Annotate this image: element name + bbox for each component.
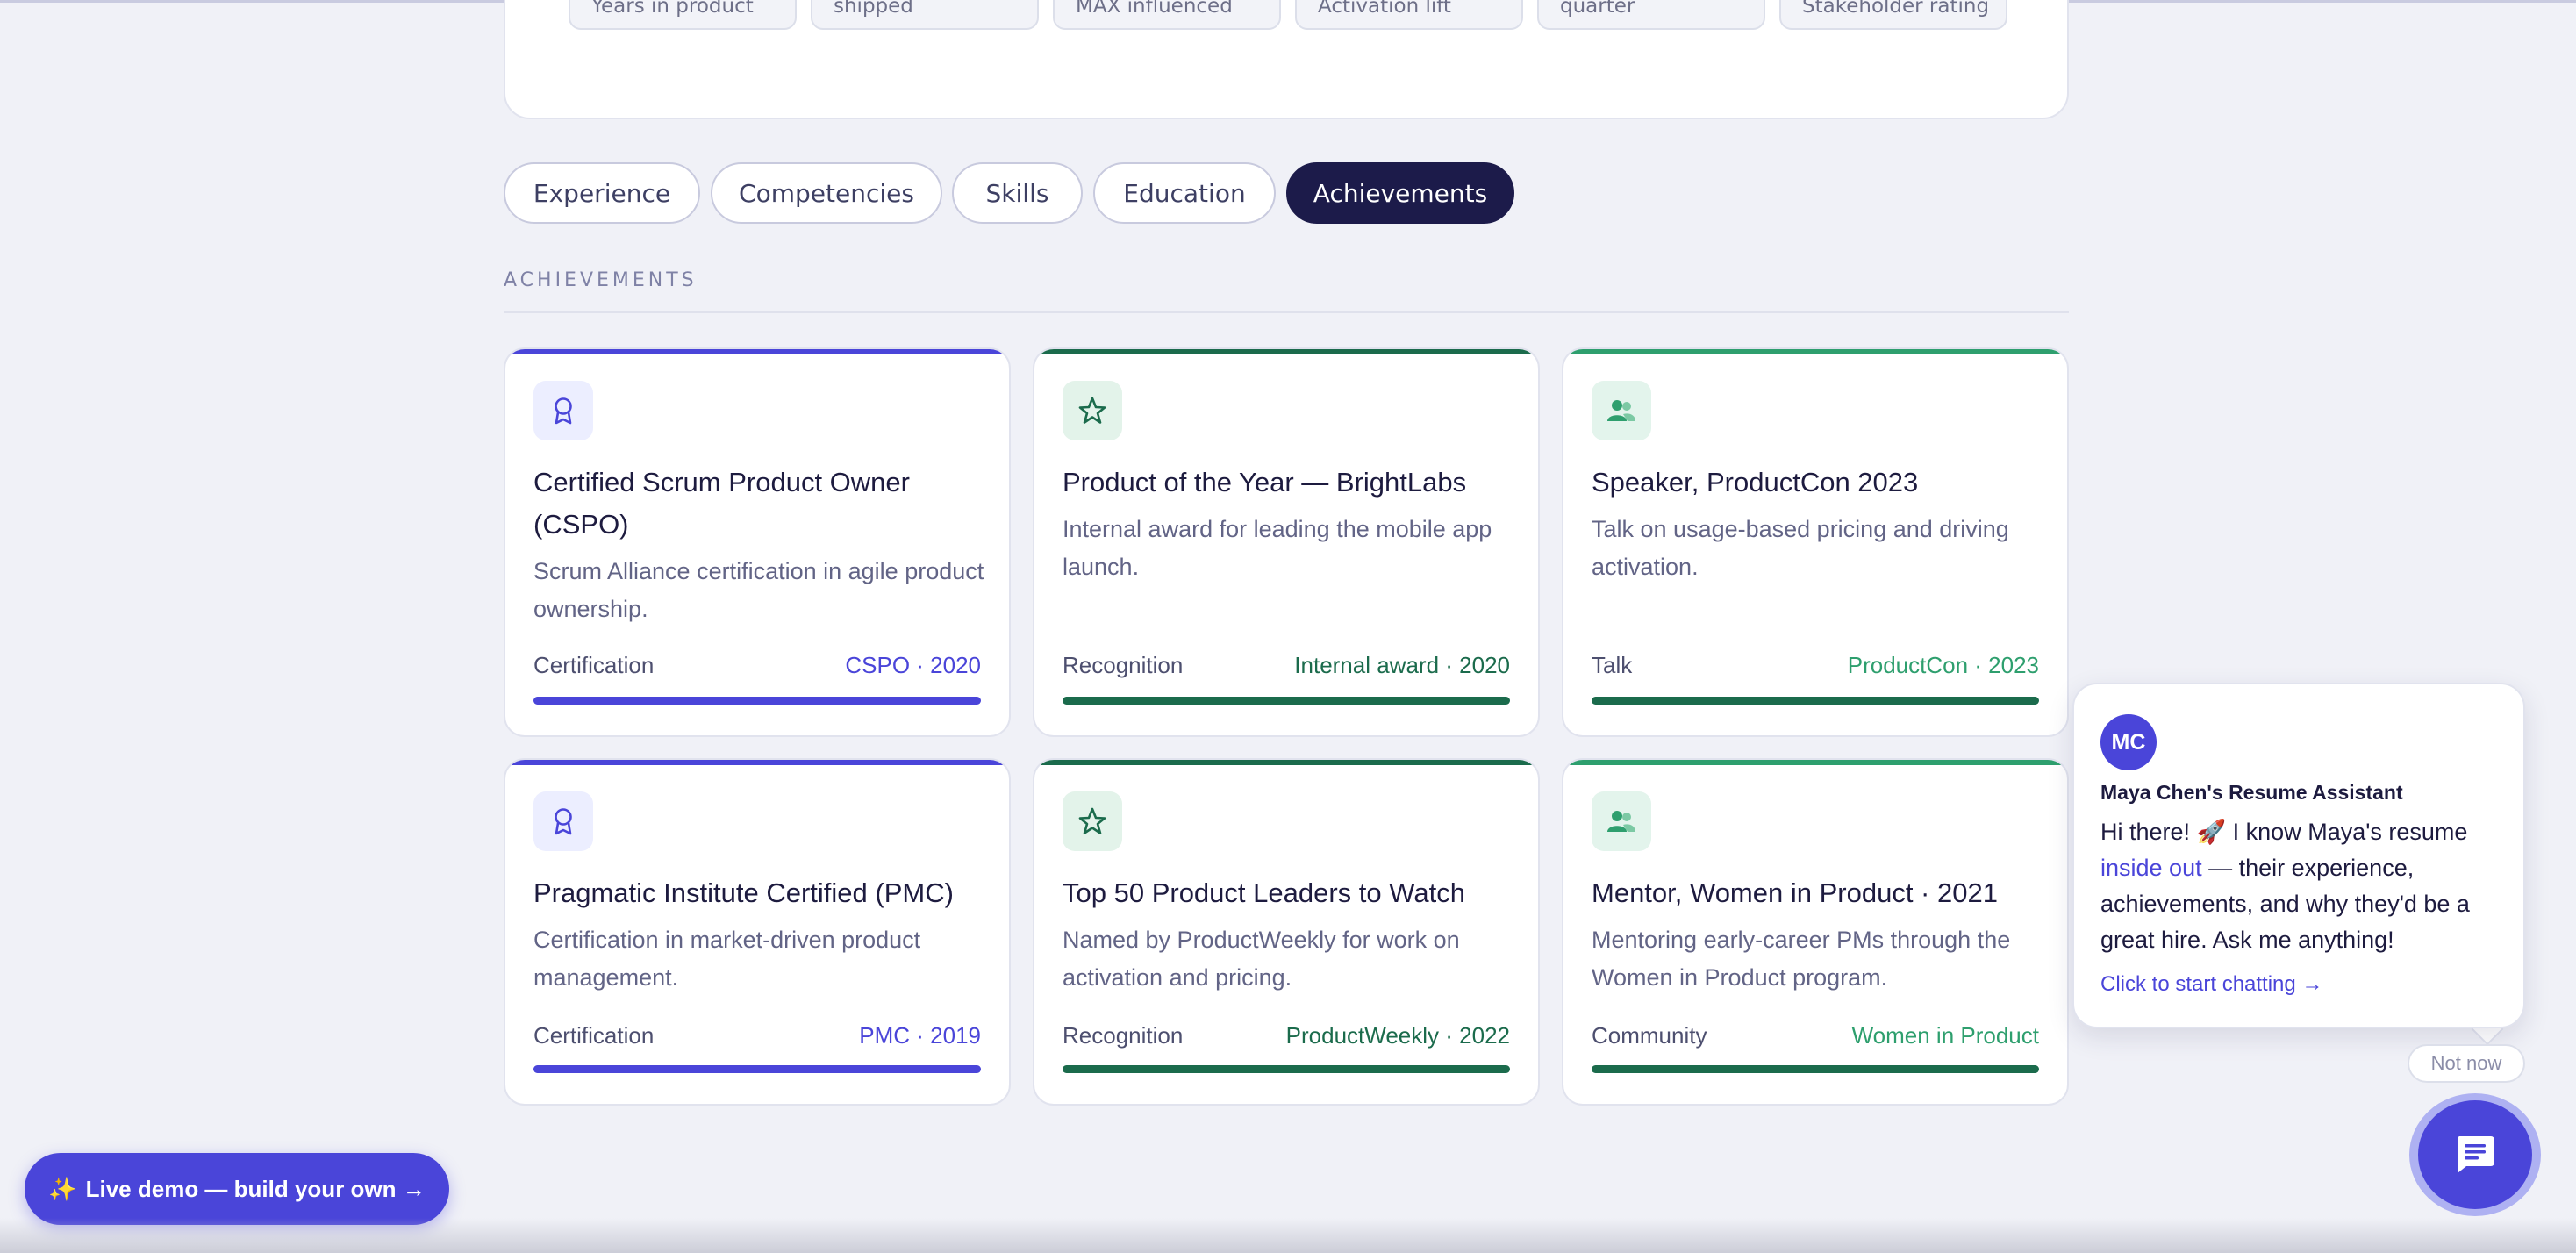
achievement-type: Community <box>1592 1022 1707 1049</box>
stat-tile: MAX influenced <box>1053 0 1281 30</box>
live-demo-label: Live demo — build your own → <box>85 1175 426 1202</box>
avatar: MC <box>2100 714 2157 770</box>
people-icon <box>1592 791 1651 851</box>
achievement-meta: Recognition ProductWeekly · 2022 <box>1063 1021 1510 1049</box>
achievement-progress-bar <box>1063 1065 1510 1073</box>
achievement-detail: Internal award · 2020 <box>1294 652 1510 678</box>
card-accent-bar <box>505 349 1009 354</box>
achievement-meta: Certification PMC · 2019 <box>533 1021 981 1049</box>
achievement-title: Certified Scrum Product Owner (CSPO) <box>533 467 910 540</box>
stat-label: Experiments / quarter <box>1560 0 1635 18</box>
message-text: Hi there! 🚀 I know Maya's resume <box>2100 819 2468 845</box>
achievement-type: Recognition <box>1063 652 1184 678</box>
achievement-type: Recognition <box>1063 1022 1184 1049</box>
achievement-meta: Community Women in Product <box>1592 1021 2039 1049</box>
stat-label: Activation lift <box>1318 0 1451 18</box>
star-icon <box>1063 381 1122 440</box>
achievement-type: Certification <box>533 652 655 678</box>
achievement-card[interactable]: Certified Scrum Product Owner (CSPO) Scr… <box>504 347 1011 737</box>
bottom-fade <box>0 1218 2576 1253</box>
tab-education[interactable]: Education <box>1093 162 1276 224</box>
achievement-meta: Recognition Internal award · 2020 <box>1063 651 1510 679</box>
section-divider <box>504 311 2069 313</box>
chat-greeting-message: Hi there! 🚀 I know Maya's resume inside … <box>2100 814 2497 958</box>
award-icon <box>533 791 593 851</box>
sparkle-icon: ✨ <box>48 1175 77 1202</box>
people-icon <box>1592 381 1651 440</box>
achievement-progress-bar <box>533 1065 981 1073</box>
stat-label: Years in product <box>591 0 754 18</box>
start-chat-link[interactable]: Click to start chatting → <box>2100 972 2322 997</box>
assistant-name: Maya Chen's Resume Assistant <box>2100 781 2403 804</box>
chat-icon <box>2457 1136 2494 1173</box>
achievement-progress-bar <box>1063 697 1510 705</box>
stats-card: Years in product 3 · 4 products shipped … <box>504 0 2069 119</box>
achievement-detail: ProductCon · 2023 <box>1847 652 2039 678</box>
achievement-description: Mentoring early-career PMs through the W… <box>1592 927 2011 991</box>
stat-tile: Experiments / quarter <box>1537 0 1765 30</box>
achievement-card[interactable]: Speaker, ProductCon 2023 Talk on usage-b… <box>1562 347 2069 737</box>
achievement-detail: Women in Product <box>1851 1022 2039 1049</box>
achievement-title: Top 50 Product Leaders to Watch <box>1063 877 1465 908</box>
tab-achievements[interactable]: Achievements <box>1286 162 1514 224</box>
stat-label: Stakeholder rating <box>1802 0 1990 18</box>
section-heading: ACHIEVEMENTS <box>504 269 698 291</box>
achievement-description: Internal award for leading the mobile ap… <box>1063 516 1492 580</box>
stat-tile: 3 · 4 products shipped <box>811 0 1039 30</box>
card-accent-bar <box>1563 760 2067 765</box>
tab-skills[interactable]: Skills <box>952 162 1083 224</box>
achievement-card[interactable]: Pragmatic Institute Certified (PMC) Cert… <box>504 758 1011 1106</box>
live-demo-button[interactable]: ✨ Live demo — build your own → <box>25 1153 449 1225</box>
achievement-progress-bar <box>1592 697 2039 705</box>
card-accent-bar <box>505 760 1009 765</box>
stat-tile: Activation lift <box>1295 0 1523 30</box>
achievement-description: Talk on usage-based pricing and driving … <box>1592 516 2009 580</box>
achievement-meta: Certification CSPO · 2020 <box>533 651 981 679</box>
achievement-type: Talk <box>1592 652 1633 678</box>
chat-greeting-popup[interactable]: MC Maya Chen's Resume Assistant Hi there… <box>2072 683 2525 1028</box>
achievement-detail: PMC · 2019 <box>859 1022 981 1049</box>
achievement-description: Named by ProductWeekly for work on activ… <box>1063 927 1460 991</box>
not-now-button[interactable]: Not now <box>2408 1044 2525 1083</box>
message-highlight: inside out <box>2100 855 2202 881</box>
achievement-card[interactable]: Mentor, Women in Product · 2021 Mentorin… <box>1562 758 2069 1106</box>
tab-experience[interactable]: Experience <box>504 162 700 224</box>
stat-label: 3 · 4 products shipped <box>834 0 913 18</box>
achievement-meta: Talk ProductCon · 2023 <box>1592 651 2039 679</box>
stat-tile: Stakeholder rating <box>1779 0 2007 30</box>
achievement-title: Speaker, ProductCon 2023 <box>1592 467 1919 498</box>
achievement-progress-bar <box>1592 1065 2039 1073</box>
achievement-card[interactable]: Product of the Year — BrightLabs Interna… <box>1033 347 1540 737</box>
achievement-progress-bar <box>533 697 981 705</box>
stat-tile: Years in product <box>569 0 797 30</box>
card-accent-bar <box>1563 349 2067 354</box>
achievement-detail: ProductWeekly · 2022 <box>1285 1022 1510 1049</box>
achievement-description: Scrum Alliance certification in agile pr… <box>533 558 984 622</box>
achievement-description: Certification in market-driven product m… <box>533 927 921 991</box>
achievement-title: Mentor, Women in Product · 2021 <box>1592 877 1998 908</box>
award-icon <box>533 381 593 440</box>
star-icon <box>1063 791 1122 851</box>
achievement-card[interactable]: Top 50 Product Leaders to Watch Named by… <box>1033 758 1540 1106</box>
chat-launcher-button[interactable] <box>2418 1100 2532 1209</box>
achievement-type: Certification <box>533 1022 655 1049</box>
achievement-title: Pragmatic Institute Certified (PMC) <box>533 877 954 908</box>
achievement-detail: CSPO · 2020 <box>845 652 981 678</box>
stat-label: MAX influenced <box>1076 0 1233 18</box>
card-accent-bar <box>1034 349 1538 354</box>
achievement-title: Product of the Year — BrightLabs <box>1063 467 1467 498</box>
tab-competencies[interactable]: Competencies <box>711 162 942 224</box>
card-accent-bar <box>1034 760 1538 765</box>
